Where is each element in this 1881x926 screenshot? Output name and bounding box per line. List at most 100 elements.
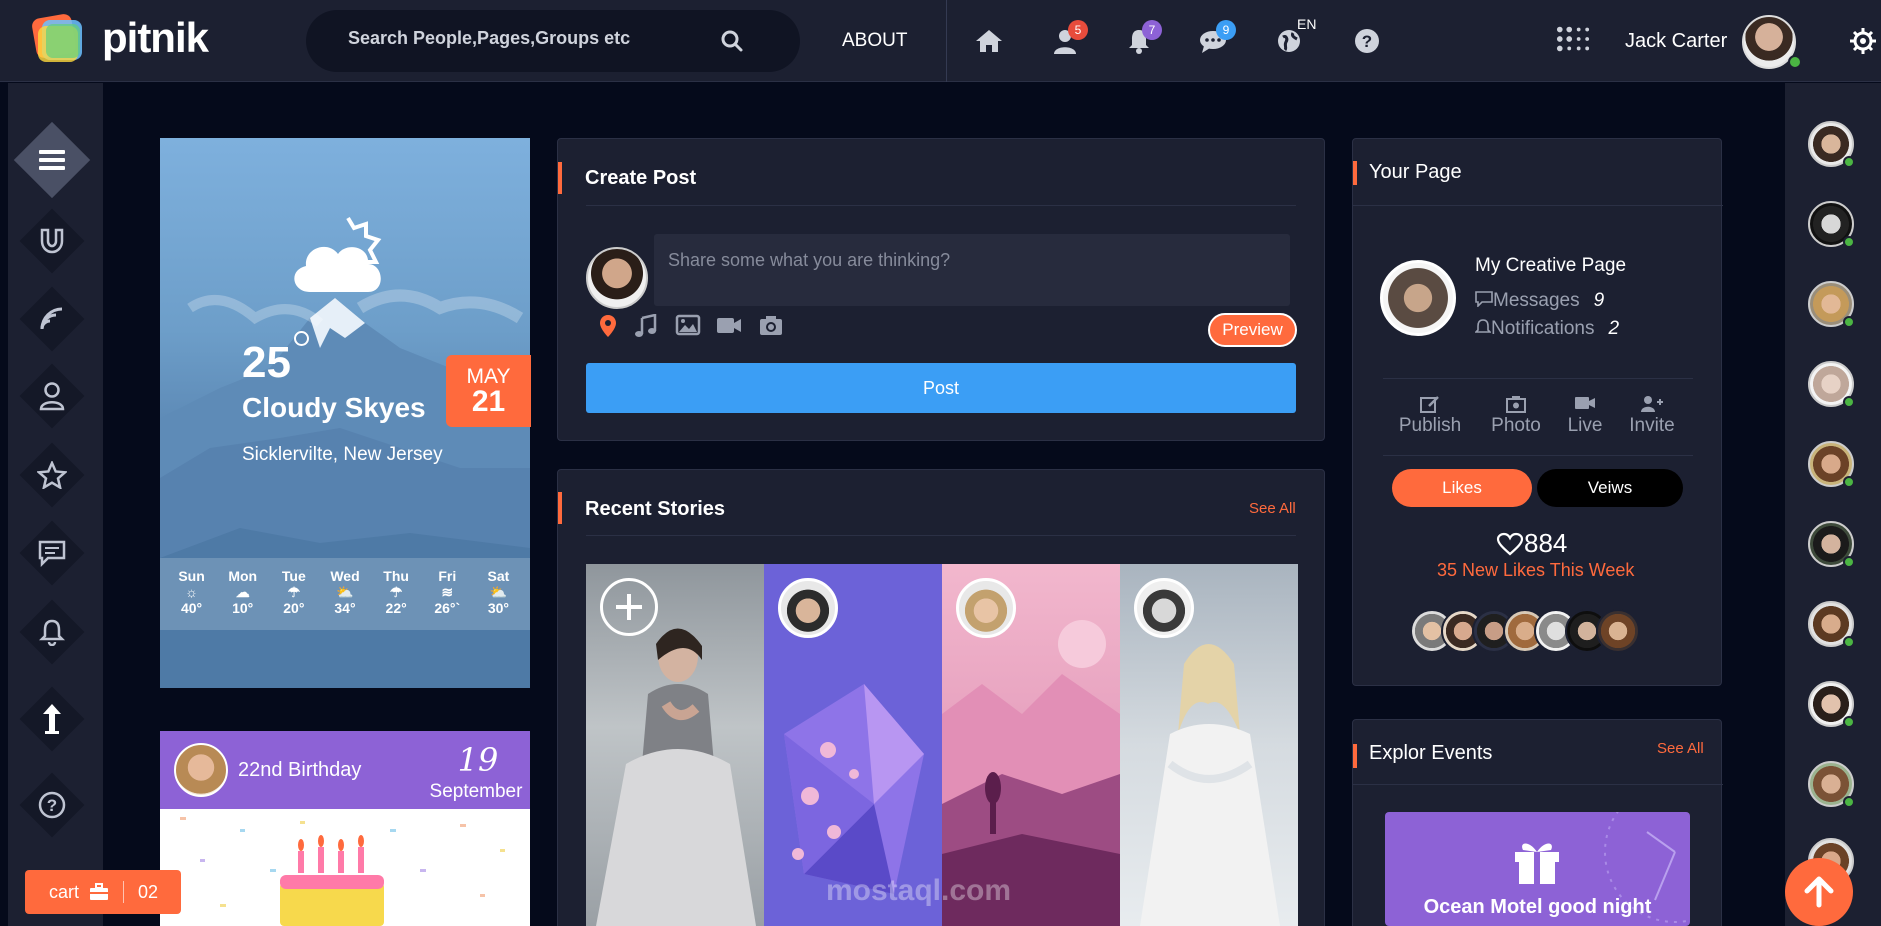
cart-button[interactable]: cart 02 — [25, 870, 181, 914]
search-icon[interactable] — [720, 29, 744, 53]
menu-toggle[interactable] — [13, 121, 91, 199]
likes-tab[interactable]: Likes — [1392, 469, 1532, 507]
friends-icon[interactable]: 5 — [1048, 20, 1088, 56]
invite-action[interactable]: Invite — [1620, 395, 1684, 437]
divider — [946, 0, 947, 82]
sun-cloud-icon: ⛅ — [336, 584, 354, 600]
events-see-all-link[interactable]: See All — [1657, 740, 1704, 757]
language-label[interactable]: EN — [1297, 16, 1316, 32]
camera-icon[interactable] — [758, 314, 784, 336]
story-author-avatar[interactable] — [1134, 578, 1194, 638]
explore-events-title: Explor Events — [1369, 742, 1493, 764]
event-card[interactable]: Ocean Motel good night — [1385, 812, 1690, 926]
birthday-month: September — [429, 781, 523, 802]
cloud-sun-icon — [294, 216, 382, 292]
weather-condition: Cloudy Skyes — [242, 392, 426, 423]
magnet-icon — [40, 228, 64, 254]
story-add[interactable] — [586, 564, 764, 926]
sidebar-item-share[interactable] — [17, 684, 87, 754]
birthday-card: 22nd Birthday 19 September — [160, 731, 530, 926]
date-day: 21 — [471, 385, 506, 418]
help-icon[interactable]: ? — [1350, 26, 1384, 56]
publish-action[interactable]: Publish — [1394, 395, 1466, 437]
logo-icon[interactable] — [30, 10, 90, 68]
story-author-avatar[interactable] — [956, 578, 1016, 638]
settings-gear-icon[interactable] — [1846, 26, 1880, 56]
stories-see-all-link[interactable]: See All — [1249, 500, 1296, 517]
online-status-icon — [1788, 55, 1802, 69]
event-title: Ocean Motel good night — [1423, 896, 1652, 918]
comment-icon — [38, 540, 66, 567]
about-link[interactable]: ABOUT — [842, 30, 907, 52]
online-status-icon — [1843, 396, 1855, 408]
star-icon — [37, 461, 67, 489]
story-item[interactable] — [764, 564, 942, 926]
story-item[interactable] — [942, 564, 1120, 926]
notifications-icon[interactable]: 7 — [1122, 20, 1162, 56]
sidebar-item-feed[interactable] — [17, 284, 87, 354]
sidebar-item-comments[interactable] — [17, 518, 87, 588]
post-text-input[interactable] — [654, 234, 1290, 306]
apps-grid-icon[interactable] — [1556, 24, 1590, 54]
photo-action[interactable]: Photo — [1480, 395, 1552, 437]
date-badge: MAY 21 — [446, 355, 531, 427]
sidebar-item-favorites[interactable] — [17, 440, 87, 510]
scroll-top-button[interactable] — [1785, 858, 1853, 926]
date-month: MAY — [466, 365, 511, 388]
forecast-day: Fri ≋ 26°` — [423, 568, 471, 630]
image-icon[interactable] — [675, 314, 701, 336]
weather-location: Sicklervilte, New Jersey — [242, 444, 443, 465]
page-notifications[interactable]: Notifications 2 — [1474, 318, 1619, 340]
page-avatar[interactable] — [1380, 260, 1456, 336]
sidebar-item-notifications[interactable] — [17, 597, 87, 667]
birthday-avatar[interactable] — [174, 743, 228, 797]
forecast-day: Sun ☼ 40° — [168, 568, 216, 630]
svg-text:?: ? — [1362, 32, 1372, 51]
add-user-icon — [1641, 396, 1663, 412]
location-pin-icon[interactable] — [598, 314, 618, 338]
music-note-icon[interactable] — [634, 314, 658, 338]
recent-stories-title: Recent Stories — [585, 498, 726, 520]
wind-icon: ≋ — [441, 584, 454, 600]
sidebar-item-magnet[interactable] — [17, 206, 87, 276]
fan-avatar[interactable] — [1596, 609, 1640, 653]
sidebar-item-profile[interactable] — [17, 361, 87, 431]
user-name[interactable]: Jack Carter — [1625, 30, 1727, 53]
sidebar-item-help[interactable]: ? — [17, 770, 87, 840]
likes-count: 884 — [1496, 528, 1567, 559]
views-tab[interactable]: Veiws — [1537, 469, 1683, 507]
story-author-avatar[interactable] — [778, 578, 838, 638]
home-icon[interactable] — [972, 26, 1006, 56]
online-status-icon — [1843, 556, 1855, 568]
post-author-avatar[interactable] — [586, 247, 648, 309]
page-name[interactable]: My Creative Page — [1475, 255, 1626, 277]
likes-this-week: 35 New Likes This Week — [1437, 560, 1635, 580]
preview-button[interactable]: Preview — [1208, 313, 1297, 347]
birthday-day: 19 — [457, 741, 499, 779]
birthday-header: 22nd Birthday 19 September — [160, 731, 530, 809]
forecast-day: Mon ☁ 10° — [219, 568, 267, 630]
page-messages[interactable]: Messages 9 — [1475, 290, 1604, 312]
user-icon — [39, 382, 65, 411]
rss-feed-icon — [40, 307, 63, 330]
messages-badge: 9 — [1216, 20, 1236, 40]
your-page-title: Your Page — [1369, 161, 1462, 183]
search-input[interactable] — [348, 28, 708, 49]
video-camera-icon — [1575, 397, 1595, 409]
online-status-icon — [1843, 796, 1855, 808]
forecast-day: Tue ☂ 20° — [270, 568, 318, 630]
add-story-icon[interactable] — [600, 578, 658, 636]
online-status-icon — [1843, 316, 1855, 328]
svg-text:?: ? — [47, 796, 57, 815]
messages-icon[interactable]: 9 — [1196, 20, 1236, 56]
birthday-title: 22nd Birthday — [238, 759, 362, 781]
video-camera-icon[interactable] — [715, 314, 743, 336]
forecast-day: Wed ⛅ 34° — [321, 568, 369, 630]
logo-text[interactable]: pitnik — [102, 14, 209, 62]
confetti-cake-illustration — [180, 817, 505, 926]
live-action[interactable]: Live — [1554, 395, 1616, 437]
post-button[interactable]: Post — [586, 363, 1296, 413]
rain-icon: ☂ — [287, 584, 301, 600]
story-item[interactable] — [1120, 564, 1298, 926]
camera-icon — [1506, 396, 1526, 413]
